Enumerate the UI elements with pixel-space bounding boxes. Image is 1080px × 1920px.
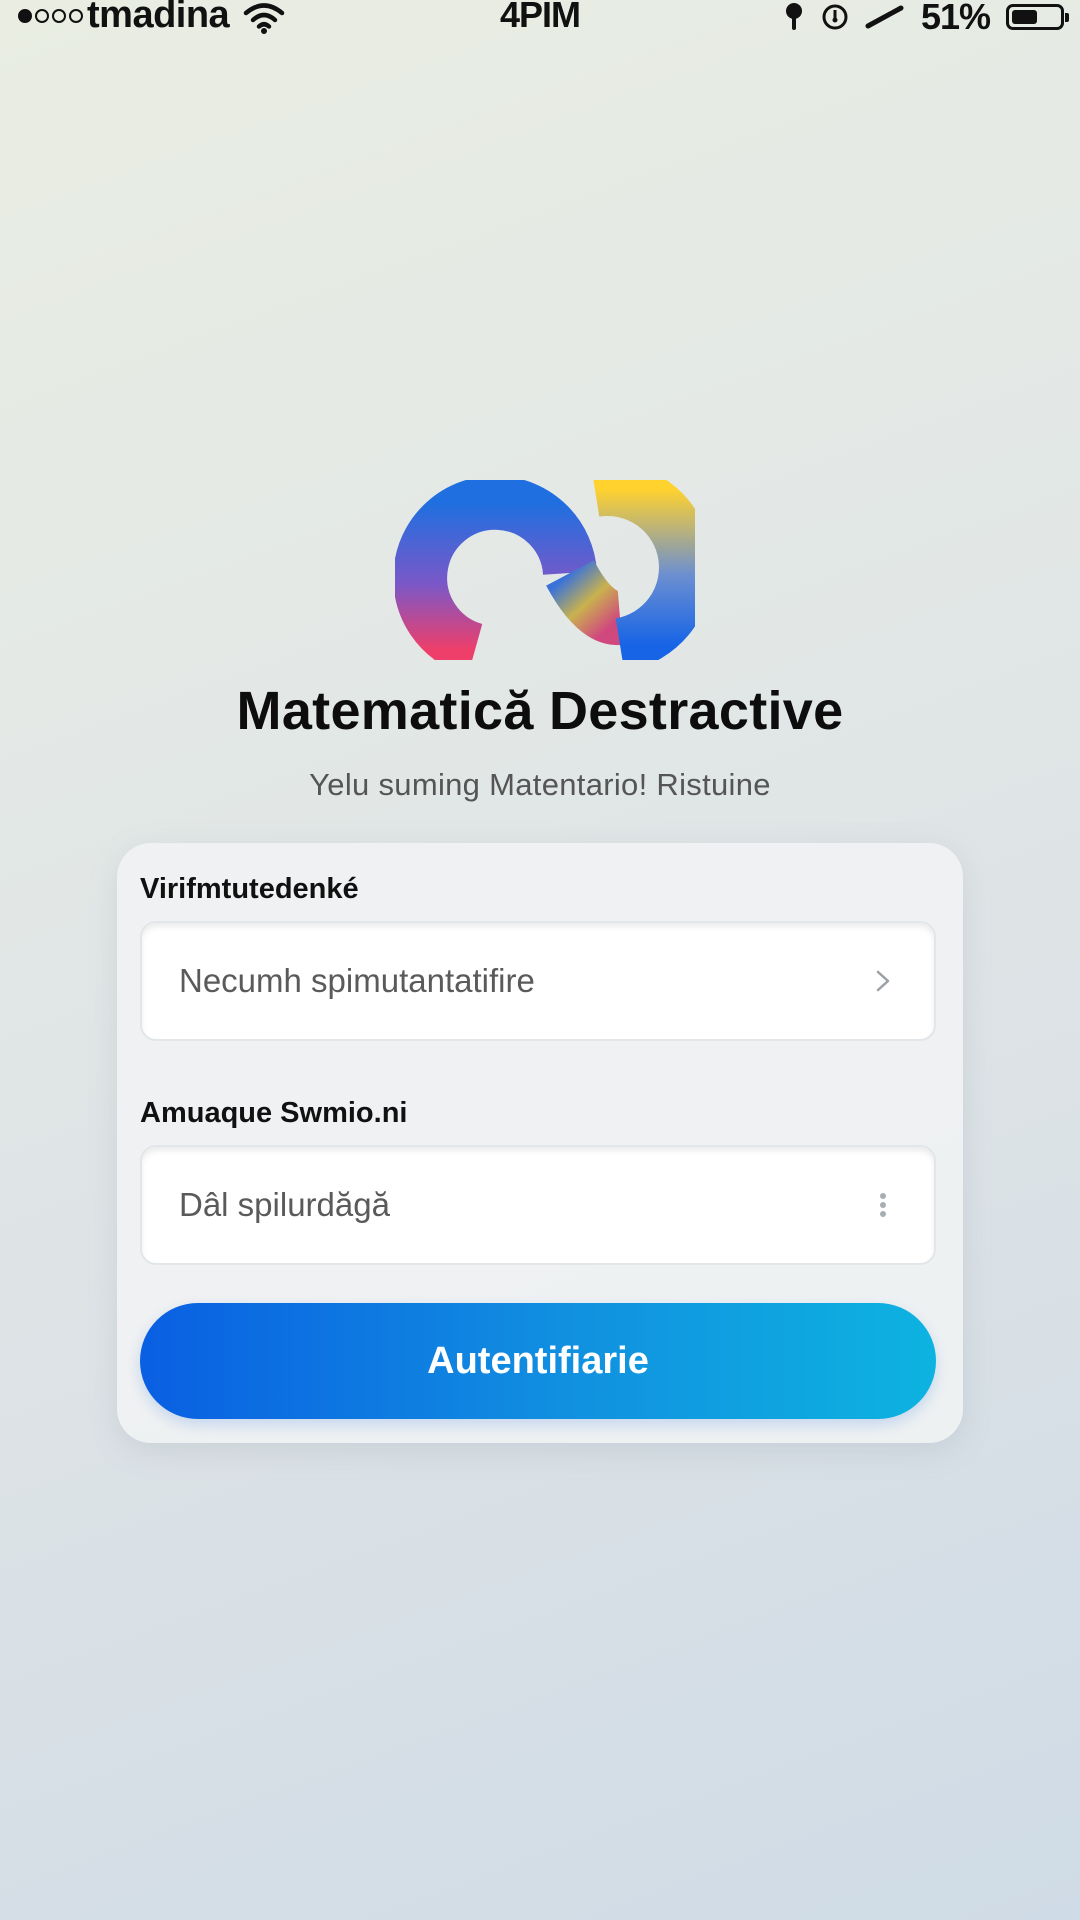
battery-level — [1012, 10, 1038, 24]
chevron-right-icon[interactable] — [868, 969, 898, 993]
status-right: 51% — [783, 0, 1069, 38]
field1-container[interactable] — [140, 921, 936, 1041]
status-bar: tmadina 4PIM 51% — [0, 0, 1080, 37]
field2-container[interactable] — [140, 1145, 936, 1265]
more-vertical-icon[interactable] — [868, 1192, 898, 1218]
field2-label: Amuaque Swmio.ni — [140, 1097, 408, 1129]
login-card: Virifmtutedenké Amuaque Swmio.ni Autenti… — [117, 843, 963, 1443]
field2-input[interactable] — [179, 1186, 868, 1224]
app-subtitle: Yelu suming Matentario! Ristuine — [309, 767, 771, 802]
location-icon — [785, 3, 802, 30]
field1-label: Virifmtutedenké — [140, 873, 359, 905]
link-icon — [865, 5, 904, 29]
battery-icon — [1006, 4, 1069, 30]
field1-input[interactable] — [179, 962, 868, 1000]
battery-percentage: 51% — [920, 0, 991, 37]
app-title: Matematică Destractive — [236, 681, 844, 741]
app-logo — [395, 480, 695, 660]
alarm-icon — [822, 4, 848, 30]
login-button[interactable]: Autentifiarie — [140, 1303, 936, 1419]
